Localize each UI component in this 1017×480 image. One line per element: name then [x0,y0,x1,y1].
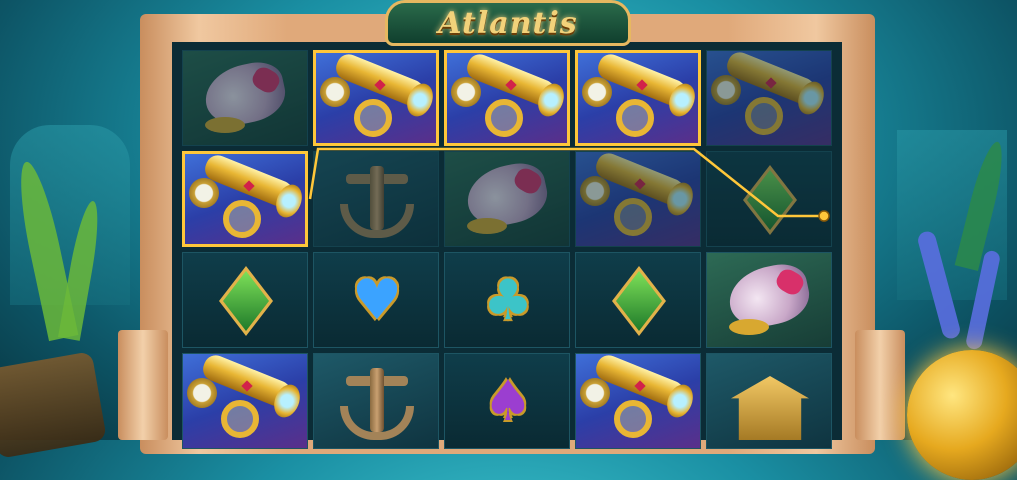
compass-icon [187,378,217,408]
reel-cell-diamond [706,151,832,247]
diamond-suit-icon [616,271,662,331]
spade-suit-icon: ♠ [482,369,534,434]
reel-cell-shell [444,151,570,247]
magnifying-glass-icon [614,400,652,438]
reel-cell-spyglass [575,353,701,449]
frame-column-left [118,330,168,440]
reel-cell-spyglass [575,50,701,146]
diamond-suit-icon [223,271,269,331]
reel-cell-club: ♣ [444,252,570,348]
coins-icon [205,117,245,133]
golden-orb-decoration [907,350,1017,480]
club-suit-icon: ♣ [482,268,534,333]
reel-cell-shell [182,50,308,146]
magnifying-glass-icon [221,400,259,438]
frame-column-right [855,330,905,440]
reel-cell-shell [706,252,832,348]
coins-icon [729,319,769,335]
coins-icon [467,218,507,234]
compass-icon [451,77,481,107]
compass-icon [580,378,610,408]
magnifying-glass-icon [745,97,783,135]
reel-cell-spyglass [313,50,439,146]
magnifying-glass-icon [616,99,654,137]
reel-cell-diamond [182,252,308,348]
magnifying-glass-icon [354,99,392,137]
compass-icon [711,75,741,105]
reel-cell-spyglass [182,151,308,247]
magnifying-glass-icon [223,200,261,238]
reel-cell-anchor [313,151,439,247]
reel-cell-spade: ♠ [444,353,570,449]
reel-cell-spyglass [575,151,701,247]
compass-icon [582,77,612,107]
reel-cell-temple [706,353,832,449]
reel-cell-anchor [313,353,439,449]
compass-icon [189,178,219,208]
reel-cell-diamond [575,252,701,348]
reel-cell-spyglass [444,50,570,146]
game-title-plate: Atlantis [385,0,631,46]
reel-cell-spyglass [182,353,308,449]
compass-icon [580,176,610,206]
heart-suit-icon: ♥ [351,268,403,333]
diamond-suit-icon [747,170,793,230]
compass-icon [320,77,350,107]
magnifying-glass-icon [614,198,652,236]
reel-cell-heart: ♥ [313,252,439,348]
treasure-chest-decoration [0,351,107,459]
magnifying-glass-icon [485,99,523,137]
slot-game-scene: Atlantis ♥ ♣ ♠ [0,0,1017,480]
reel-cell-spyglass [706,50,832,146]
game-title: Atlantis [438,5,578,41]
